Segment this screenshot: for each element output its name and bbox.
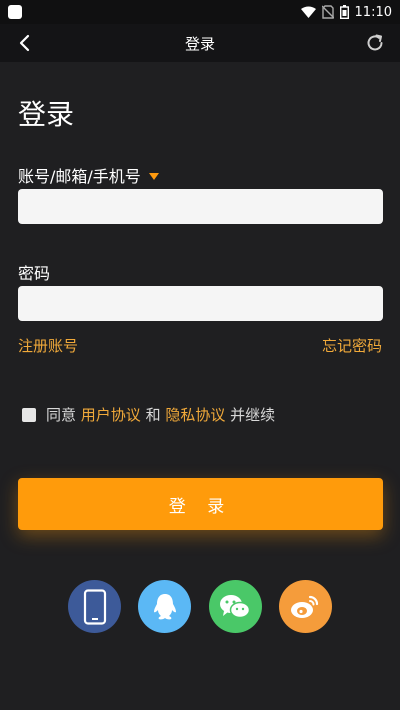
account-label: 账号/邮箱/手机号	[18, 167, 141, 186]
wechat-icon	[220, 594, 251, 618]
privacy-policy-link[interactable]: 隐私协议	[165, 404, 225, 425]
wechat-login-button[interactable]	[208, 580, 262, 633]
refresh-icon[interactable]	[364, 32, 386, 54]
back-arrow-icon[interactable]	[14, 32, 36, 54]
forgot-password-link[interactable]: 忘记密码	[322, 335, 382, 356]
agreement-suffix: 并继续	[225, 406, 276, 424]
battery-icon	[339, 5, 349, 19]
account-input[interactable]	[18, 189, 383, 224]
status-bar-left	[8, 5, 22, 19]
weibo-icon	[291, 595, 319, 618]
qq-login-button[interactable]	[138, 580, 192, 633]
user-agreement-link[interactable]: 用户协议	[81, 404, 141, 425]
account-type-dropdown-icon[interactable]	[148, 172, 159, 180]
app-notification-icon	[8, 5, 22, 19]
qq-icon	[153, 593, 176, 619]
agreement-row: 同意 用户协议 和 隐私协议 并继续	[22, 404, 275, 425]
weibo-login-button[interactable]	[278, 580, 332, 633]
no-sim-icon	[321, 5, 334, 19]
phone-login-button[interactable]	[68, 580, 121, 633]
page-title: 登录	[18, 98, 75, 131]
password-input[interactable]	[18, 286, 383, 321]
nav-title: 登录	[184, 34, 215, 53]
register-link[interactable]: 注册账号	[18, 335, 78, 356]
account-label-row: 账号/邮箱/手机号	[18, 163, 159, 187]
social-login-row	[68, 580, 332, 634]
agreement-prefix: 同意	[46, 406, 81, 424]
top-nav-bar: 登录	[0, 24, 400, 62]
phone-icon	[83, 588, 106, 625]
password-label: 密码	[18, 264, 51, 283]
login-button[interactable]: 登 录	[18, 478, 383, 530]
agreement-checkbox[interactable]	[22, 407, 36, 422]
status-bar-time: 11:10	[354, 4, 392, 20]
status-bar-right: 11:10	[300, 4, 392, 20]
wifi-icon	[300, 6, 316, 18]
agreement-and: 和	[140, 406, 166, 424]
status-bar: 11:10	[0, 0, 400, 24]
